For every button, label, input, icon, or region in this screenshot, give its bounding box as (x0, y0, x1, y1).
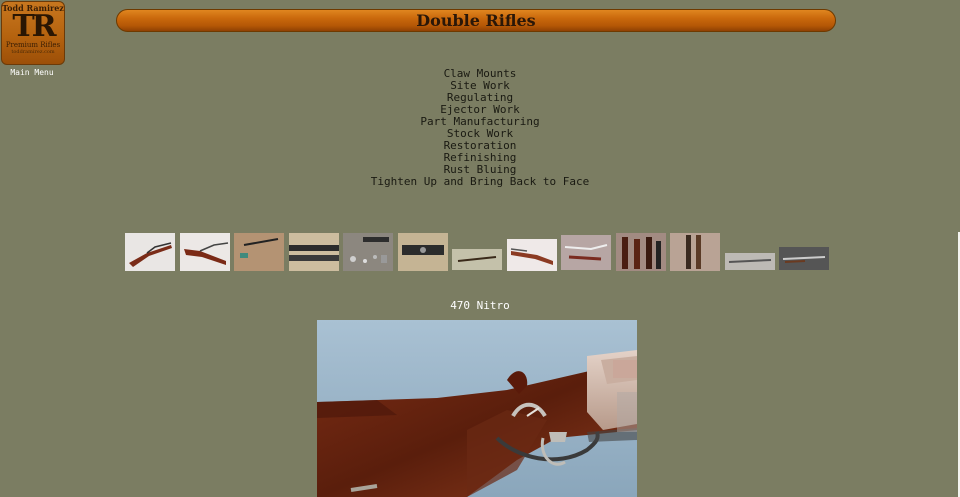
thumbnail-10[interactable] (616, 233, 666, 271)
thumbnail-13[interactable] (779, 247, 829, 270)
service-link-tighten-up[interactable]: Tighten Up and Bring Back to Face (0, 176, 960, 188)
thumbnail-7[interactable] (452, 249, 502, 270)
featured-photo (317, 320, 637, 497)
featured-caption: 470 Nitro (450, 299, 510, 312)
services-list: Claw Mounts Site Work Regulating Ejector… (0, 68, 960, 188)
thumbnail-12[interactable] (725, 253, 775, 270)
title-bar: Double Rifles (116, 9, 836, 32)
thumbnail-6[interactable] (398, 233, 448, 271)
thumbnail-9[interactable] (561, 235, 611, 270)
logo-url-text: toddramirez.com (11, 49, 55, 55)
thumbnail-5[interactable] (343, 233, 393, 271)
thumbnail-4[interactable] (289, 233, 339, 271)
thumbnail-8[interactable] (507, 239, 557, 271)
page-title: Double Rifles (416, 11, 536, 30)
thumbnail-gallery (0, 232, 960, 272)
logo-monogram: TR (12, 9, 56, 44)
logo-bottom-text: Premium Rifles (5, 41, 61, 49)
thumbnail-2[interactable] (180, 233, 230, 271)
site-logo[interactable]: Todd Ramirez TR Premium Rifles toddramir… (1, 1, 65, 65)
thumbnail-3[interactable] (234, 233, 284, 271)
thumbnail-11[interactable] (670, 233, 720, 271)
thumbnail-1[interactable] (125, 233, 175, 271)
